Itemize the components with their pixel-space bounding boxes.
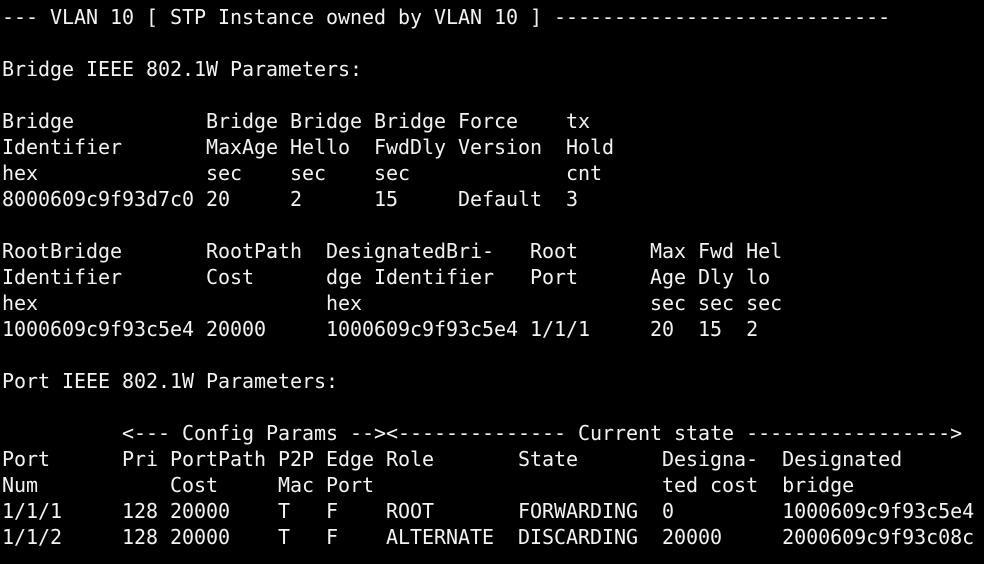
vlan-header-line: --- VLAN 10 [ STP Instance owned by VLAN…: [2, 5, 891, 29]
port-row-1-1-1: 1/1/1 128 20000 T F ROOT FORWARDING 0 10…: [2, 499, 975, 523]
bridge-header-row-3: hex sec sec sec cnt: [2, 161, 603, 185]
bridge-header-row-1: Bridge Bridge Bridge Bridge Force tx: [2, 109, 591, 133]
port-params-title: Port IEEE 802.1W Parameters:: [2, 369, 339, 393]
port-section-header: <--- Config Params --><-------------- Cu…: [2, 421, 963, 445]
port-header-row-2: Num Cost Mac Port ted cost bridge: [2, 473, 855, 497]
bridge-values-row: 8000609c9f93d7c0 20 2 15 Default 3: [2, 187, 579, 211]
root-header-row-3: hex hex sec sec sec: [2, 291, 783, 315]
root-header-row-2: Identifier Cost dge Identifier Port Age …: [2, 265, 771, 289]
port-row-1-1-2: 1/1/2 128 20000 T F ALTERNATE DISCARDING…: [2, 525, 975, 549]
root-header-row-1: RootBridge RootPath DesignatedBri- Root …: [2, 239, 783, 263]
port-header-row-1: Port Pri PortPath P2P Edge Role State De…: [2, 447, 903, 471]
bridge-params-title: Bridge IEEE 802.1W Parameters:: [2, 57, 363, 81]
root-values-row: 1000609c9f93c5e4 20000 1000609c9f93c5e4 …: [2, 317, 759, 341]
bridge-header-row-2: Identifier MaxAge Hello FwdDly Version H…: [2, 135, 615, 159]
terminal-window[interactable]: --- VLAN 10 [ STP Instance owned by VLAN…: [0, 0, 984, 564]
